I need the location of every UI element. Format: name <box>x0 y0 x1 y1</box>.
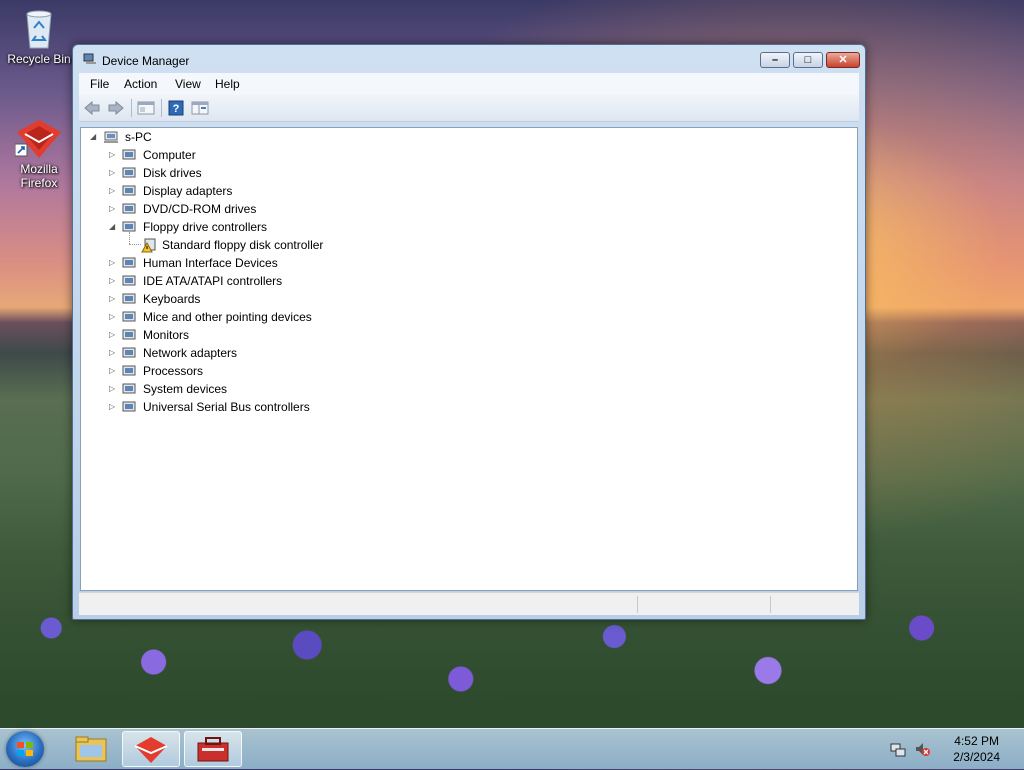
device-manager-icon <box>197 737 229 762</box>
menu-bar: File Action View Help <box>79 73 859 95</box>
expand-arrow-icon[interactable]: ▷ <box>109 312 117 322</box>
start-button[interactable] <box>6 731 44 767</box>
windows-logo-icon <box>17 742 33 756</box>
hid-icon <box>121 255 137 271</box>
desktop-icon-recycle-bin[interactable]: Recycle Bin <box>4 6 74 66</box>
expand-arrow-icon[interactable]: ▷ <box>109 186 117 196</box>
desktop-icon-firefox[interactable]: Mozilla Firefox <box>4 116 74 190</box>
view-icon[interactable] <box>191 100 209 116</box>
firefox-icon <box>134 737 168 763</box>
minimize-icon: – <box>771 54 779 66</box>
expand-arrow-icon[interactable]: ▷ <box>109 204 117 214</box>
properties-icon[interactable] <box>137 100 155 116</box>
title-bar[interactable]: Device Manager – □ ✕ <box>73 45 865 73</box>
expand-arrow-icon[interactable]: ▷ <box>109 294 117 304</box>
expand-arrow-icon[interactable]: ▷ <box>109 168 117 178</box>
display-adapter-icon <box>121 183 137 199</box>
tree-item-label: IDE ATA/ATAPI controllers <box>143 274 283 288</box>
ide-controller-icon <box>121 273 137 289</box>
floppy-warning-icon <box>141 237 157 253</box>
maximize-icon: □ <box>804 54 812 66</box>
tree-item-label: Floppy drive controllers <box>143 220 268 234</box>
expand-arrow-icon[interactable]: ▷ <box>109 348 117 358</box>
network-icon[interactable] <box>890 741 906 757</box>
expand-arrow-icon[interactable]: ▷ <box>109 276 117 286</box>
toolbar: ? <box>79 95 859 122</box>
tree-item-label: DVD/CD-ROM drives <box>143 202 257 216</box>
expand-arrow-icon[interactable]: ▷ <box>109 402 117 412</box>
tree-root-label: s-PC <box>125 130 152 144</box>
network-adapter-icon <box>121 345 137 361</box>
taskbar: 4:52 PM 2/3/2024 <box>0 728 1024 769</box>
tree-item-label: Mice and other pointing devices <box>143 310 312 324</box>
collapse-arrow-icon[interactable]: ◢ <box>90 132 98 142</box>
tree-item-label: Computer <box>143 148 196 162</box>
minimize-button[interactable]: – <box>760 52 790 68</box>
file-explorer-icon <box>75 736 107 762</box>
tree-item-label: Processors <box>143 364 204 378</box>
tree-item-label: Monitors <box>143 328 190 342</box>
volume-muted-icon[interactable] <box>914 741 930 757</box>
close-button[interactable]: ✕ <box>826 52 860 68</box>
expand-arrow-icon[interactable]: ▷ <box>109 258 117 268</box>
back-icon[interactable] <box>83 100 101 116</box>
tree-item-label: System devices <box>143 382 228 396</box>
device-manager-window: Device Manager – □ ✕ File Action View He… <box>72 44 866 620</box>
device-manager-icon <box>83 53 97 65</box>
tree-child-label: Standard floppy disk controller <box>162 238 324 252</box>
tree-item-label: Display adapters <box>143 184 233 198</box>
tree-item-label: Network adapters <box>143 346 238 360</box>
tree-item-label: Keyboards <box>143 292 201 306</box>
collapse-arrow-icon[interactable]: ◢ <box>109 222 117 232</box>
menu-file[interactable]: File <box>90 77 109 91</box>
recycle-bin-icon <box>22 6 56 50</box>
keyboard-icon <box>121 291 137 307</box>
system-clock[interactable]: 4:52 PM 2/3/2024 <box>953 733 1000 765</box>
firefox-icon <box>14 116 63 160</box>
computer-icon <box>121 147 137 163</box>
usb-icon <box>121 399 137 415</box>
menu-help[interactable]: Help <box>215 77 240 91</box>
status-separator <box>770 596 771 613</box>
taskbar-firefox[interactable] <box>122 731 180 767</box>
disk-drive-icon <box>121 165 137 181</box>
clock-date: 2/3/2024 <box>953 750 1000 764</box>
expand-arrow-icon[interactable]: ▷ <box>109 366 117 376</box>
mouse-icon <box>121 309 137 325</box>
expand-arrow-icon[interactable]: ▷ <box>109 330 117 340</box>
desktop-icon-label: Mozilla Firefox <box>20 162 58 190</box>
window-title: Device Manager <box>102 54 190 68</box>
clock-time: 4:52 PM <box>954 734 999 748</box>
svg-text:?: ? <box>173 103 180 115</box>
tree-connector <box>129 244 141 245</box>
system-device-icon <box>121 381 137 397</box>
tree-item-label: Human Interface Devices <box>143 256 278 270</box>
dvd-drive-icon <box>121 201 137 217</box>
taskbar-device-manager[interactable] <box>184 731 242 767</box>
toolbar-separator <box>131 99 132 117</box>
tree-item-label: Disk drives <box>143 166 202 180</box>
expand-arrow-icon[interactable]: ▷ <box>109 384 117 394</box>
processor-icon <box>121 363 137 379</box>
menu-view[interactable]: View <box>175 77 201 91</box>
forward-icon[interactable] <box>107 100 125 116</box>
pc-icon <box>103 129 119 145</box>
toolbar-separator <box>161 99 162 117</box>
desktop-icon-label: Recycle Bin <box>7 52 71 66</box>
menu-action[interactable]: Action <box>124 77 157 91</box>
help-icon[interactable]: ? <box>167 100 185 116</box>
maximize-button[interactable]: □ <box>793 52 823 68</box>
expand-arrow-icon[interactable]: ▷ <box>109 150 117 160</box>
tree-item-label: Universal Serial Bus controllers <box>143 400 310 414</box>
taskbar-file-explorer[interactable] <box>62 731 120 767</box>
monitor-icon <box>121 327 137 343</box>
tree-connector <box>129 232 130 244</box>
status-bar <box>79 592 859 615</box>
status-separator <box>637 596 638 613</box>
device-tree[interactable]: ◢ s-PC ▷ Computer ▷ Disk drives ▷ Display ada… <box>80 127 858 591</box>
close-icon: ✕ <box>838 54 848 66</box>
